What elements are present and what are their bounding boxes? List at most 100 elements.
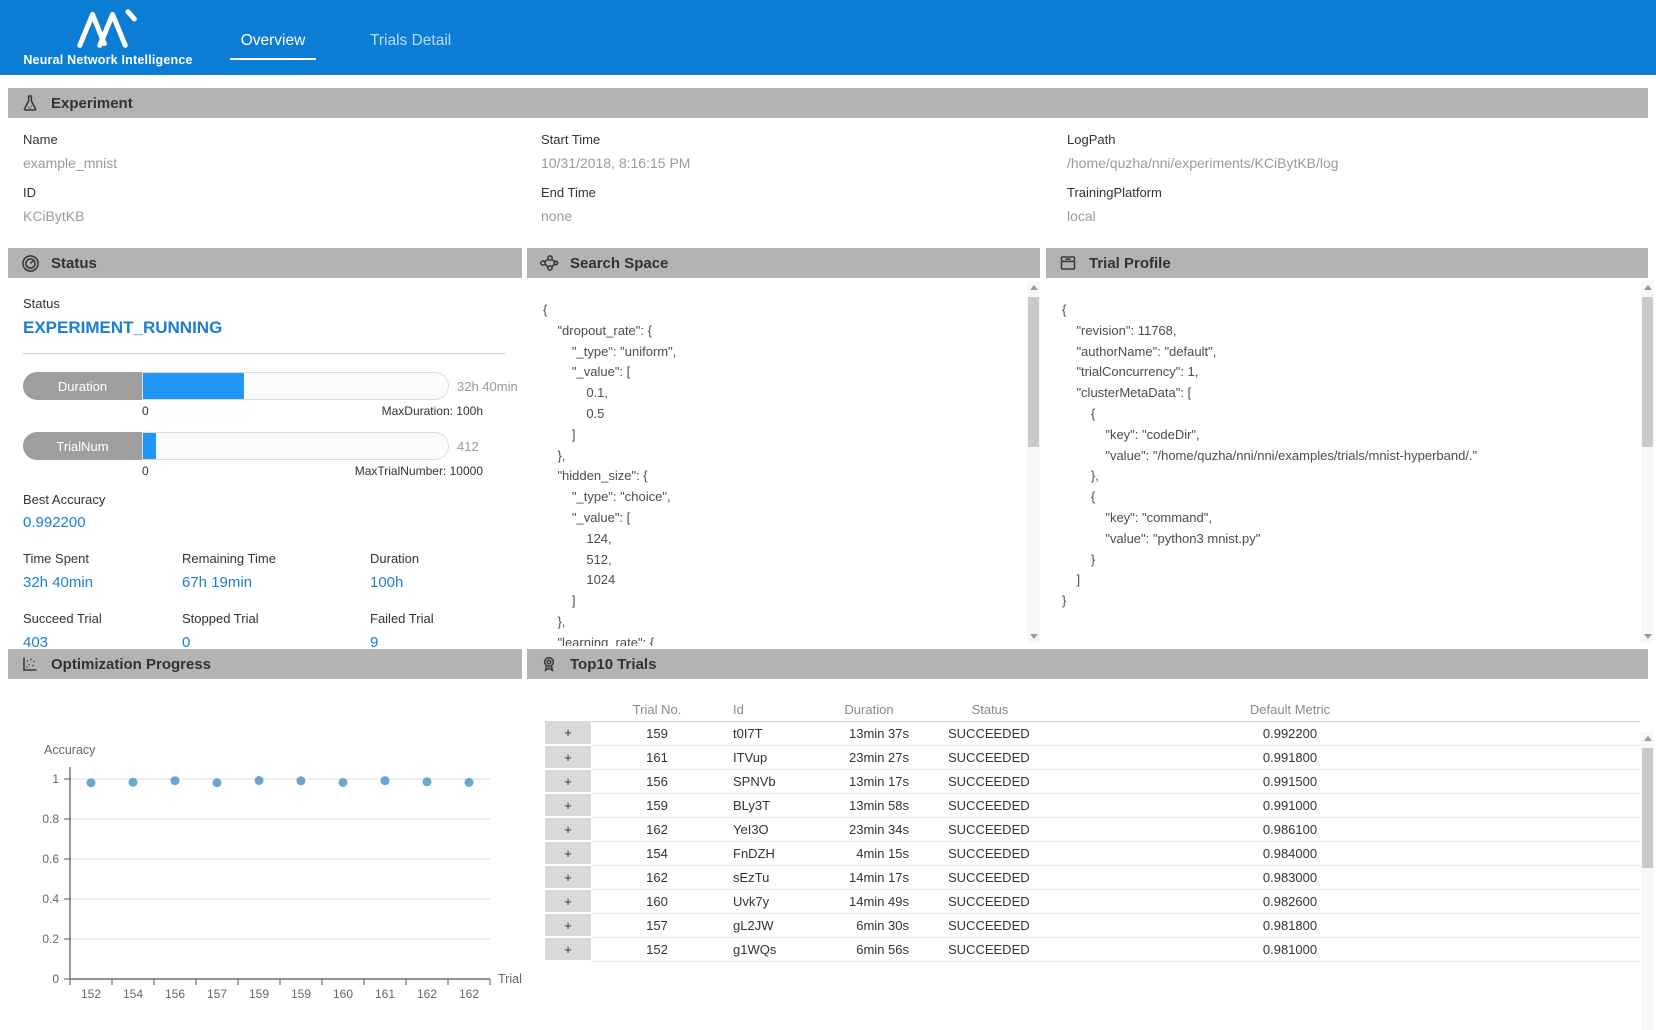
cell-duration: 13min 17s: [813, 769, 925, 793]
cell-default-metric: 0.991800: [1055, 745, 1525, 769]
cell-default-metric: 0.983000: [1055, 865, 1525, 889]
duration-progress: Duration 32h 40min: [23, 372, 505, 400]
cell-filler: [1525, 889, 1640, 913]
scroll-up-arrow[interactable]: [1027, 281, 1040, 294]
cell-duration: 23min 27s: [813, 745, 925, 769]
tab-overview[interactable]: Overview: [230, 28, 316, 62]
cell-duration: 6min 56s: [813, 937, 925, 961]
stat-stopped-trial: Stopped Trial0: [182, 611, 370, 651]
trialnum-track: [142, 432, 449, 460]
cell-status: SUCCEEDED: [925, 889, 1055, 913]
cell-status: SUCCEEDED: [925, 745, 1055, 769]
scroll-down-arrow[interactable]: [1027, 630, 1040, 643]
cell-duration: 13min 37s: [813, 721, 925, 745]
svg-text:157: 157: [207, 987, 227, 1001]
cell-default-metric: 0.991500: [1055, 769, 1525, 793]
expand-row-button[interactable]: +: [545, 817, 591, 841]
nav-tabs: Overview Trials Detail: [230, 28, 505, 62]
cell-trial-no: 156: [591, 769, 723, 793]
cell-id: gL2JW: [723, 913, 813, 937]
expand-row-button[interactable]: +: [545, 745, 591, 769]
stat-time-spent: Time Spent32h 40min: [23, 551, 182, 591]
cell-duration: 14min 17s: [813, 865, 925, 889]
experiment-section: Experiment Name example_mnist ID KCiBytK…: [8, 88, 1648, 248]
medal-icon: [539, 654, 559, 674]
cell-status: SUCCEEDED: [925, 769, 1055, 793]
cell-default-metric: 0.992200: [1055, 721, 1525, 745]
field-name: Name example_mnist: [23, 132, 541, 171]
duration-pill: Duration: [23, 372, 142, 400]
trial-profile-scrollbar[interactable]: [1641, 281, 1654, 643]
cell-filler: [1525, 793, 1640, 817]
expand-row-button[interactable]: +: [545, 913, 591, 937]
col-id: Id: [723, 698, 813, 721]
scrollbar-thumb[interactable]: [1642, 297, 1653, 447]
brand-text: Neural Network Intelligence: [23, 53, 192, 67]
scroll-down-arrow[interactable]: [1641, 630, 1654, 643]
svg-text:159: 159: [291, 987, 311, 1001]
field-end-time: End Time none: [541, 185, 1067, 224]
status-stats: Time Spent32h 40min Remaining Time67h 19…: [23, 551, 505, 651]
table-header-row: Trial No. Id Duration Status Default Met…: [545, 698, 1640, 721]
cell-filler: [1525, 913, 1640, 937]
expand-row-button[interactable]: +: [545, 889, 591, 913]
table-row: +159t0I7T13min 37sSUCCEEDED0.992200: [545, 721, 1640, 745]
svg-text:0: 0: [52, 972, 59, 986]
table-row: +162YeI3O23min 34sSUCCEEDED0.986100: [545, 817, 1640, 841]
stat-remaining-time: Remaining Time67h 19min: [182, 551, 370, 591]
tab-trials-detail[interactable]: Trials Detail: [366, 28, 455, 62]
expand-row-button[interactable]: +: [545, 769, 591, 793]
best-accuracy: Best Accuracy 0.992200: [23, 492, 505, 531]
duration-range: 0 MaxDuration: 100h: [142, 404, 483, 418]
svg-text:156: 156: [165, 987, 185, 1001]
optimization-header: Optimization Progress: [8, 649, 522, 679]
scroll-up-arrow[interactable]: [1641, 732, 1654, 745]
search-space-scrollbar[interactable]: [1027, 281, 1040, 643]
top10-scrollbar[interactable]: [1641, 732, 1654, 1030]
svg-text:152: 152: [81, 987, 101, 1001]
search-space-json: { "dropout_rate": { "_type": "uniform", …: [527, 278, 1040, 646]
stat-duration: Duration100h: [370, 551, 505, 591]
cell-filler: [1525, 865, 1640, 889]
scrollbar-thumb[interactable]: [1642, 748, 1653, 868]
status-value: EXPERIMENT_RUNNING: [23, 318, 505, 338]
expand-row-button[interactable]: +: [545, 793, 591, 817]
scrollbar-thumb[interactable]: [1028, 297, 1039, 447]
expand-row-button[interactable]: +: [545, 841, 591, 865]
cell-duration: 23min 34s: [813, 817, 925, 841]
cell-id: g1WQs: [723, 937, 813, 961]
col-duration: Duration: [813, 698, 925, 721]
cell-status: SUCCEEDED: [925, 841, 1055, 865]
optimization-title: Optimization Progress: [51, 656, 211, 673]
cell-status: SUCCEEDED: [925, 913, 1055, 937]
svg-text:161: 161: [375, 987, 395, 1001]
table-row: +154FnDZH4min 15sSUCCEEDED0.984000: [545, 841, 1640, 865]
svg-text:162: 162: [417, 987, 437, 1001]
table-row: +162sEzTu14min 17sSUCCEEDED0.983000: [545, 865, 1640, 889]
cell-default-metric: 0.984000: [1055, 841, 1525, 865]
stat-succeed-trial: Succeed Trial403: [23, 611, 182, 651]
status-header: Status: [8, 248, 522, 278]
svg-text:0.8: 0.8: [42, 812, 59, 826]
cell-filler: [1525, 841, 1640, 865]
cell-filler: [1525, 745, 1640, 769]
svg-text:160: 160: [333, 987, 353, 1001]
cell-filler: [1525, 721, 1640, 745]
field-training-platform: TrainingPlatform local: [1067, 185, 1648, 224]
svg-text:0.2: 0.2: [42, 932, 59, 946]
expander-column-header: [545, 698, 591, 721]
expand-row-button[interactable]: +: [545, 721, 591, 745]
network-icon: [539, 253, 559, 273]
top10-pane: Top10 Trials Trial No. Id Duration Statu…: [527, 649, 1648, 1030]
cell-id: YeI3O: [723, 817, 813, 841]
cell-trial-no: 159: [591, 793, 723, 817]
cell-default-metric: 0.981800: [1055, 913, 1525, 937]
expand-row-button[interactable]: +: [545, 937, 591, 961]
table-row: +152g1WQs6min 56sSUCCEEDED0.981000: [545, 937, 1640, 961]
cell-id: BLy3T: [723, 793, 813, 817]
expand-row-button[interactable]: +: [545, 865, 591, 889]
svg-text:154: 154: [123, 987, 143, 1001]
cell-duration: 13min 58s: [813, 793, 925, 817]
cell-status: SUCCEEDED: [925, 937, 1055, 961]
scroll-up-arrow[interactable]: [1641, 281, 1654, 294]
